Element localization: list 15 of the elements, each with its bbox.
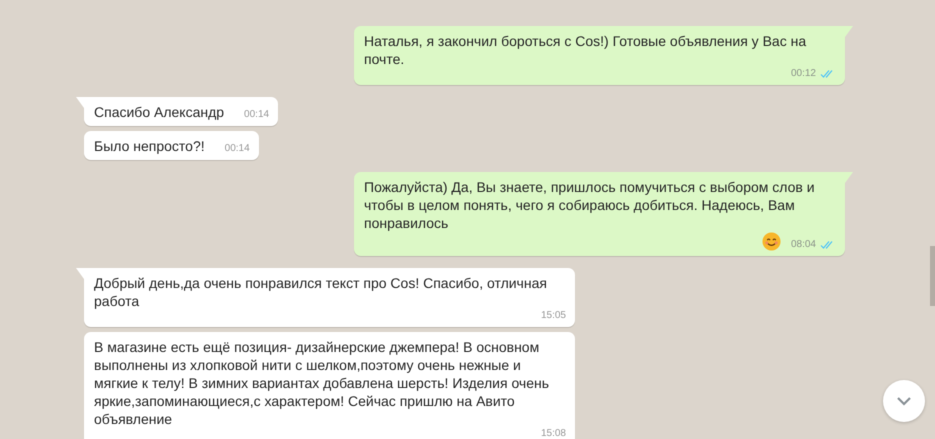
message-text: Добрый день,да очень понравился текст про Cos! Спасибо, отличная работа [94,274,548,310]
message-time: 00:14 [224,143,250,155]
message-text: Наталья, я закончил бороться с Cos!) Готовые объявления у Вас на почте. [364,32,808,68]
chevron-down-icon[interactable] [896,396,912,406]
message-time: 08:04 [790,239,816,251]
message-time: 15:08 [540,428,566,439]
scroll-down-button[interactable] [883,380,925,422]
message-text: Пожалуйста) Да, Вы знаете, пришлось помучиться с выбором слов и чтобы в целом понять, чего я собираюсь добиться. Надеюсь, Вам понравилось [364,178,816,232]
scrollbar-thumb[interactable] [930,246,935,306]
message-time: 15:05 [540,310,566,322]
message-time: 00:14 [244,109,270,121]
message-text: Спасибо Александр [94,103,224,121]
message-time: 00:12 [790,68,816,80]
message-text: В магазине есть ещё позиция- дизайнерские джемпера! В основном выполнены из хлопковой нити с шелком,поэтому очень нежные и мягкие к телу! В зимних вариантах добавлена шерсть! Изделия очень яркие,запоминающиеся,с характером! Сейчас пришлю на Авито объявление [94,338,550,428]
message-text: Было непросто?! [94,137,205,155]
